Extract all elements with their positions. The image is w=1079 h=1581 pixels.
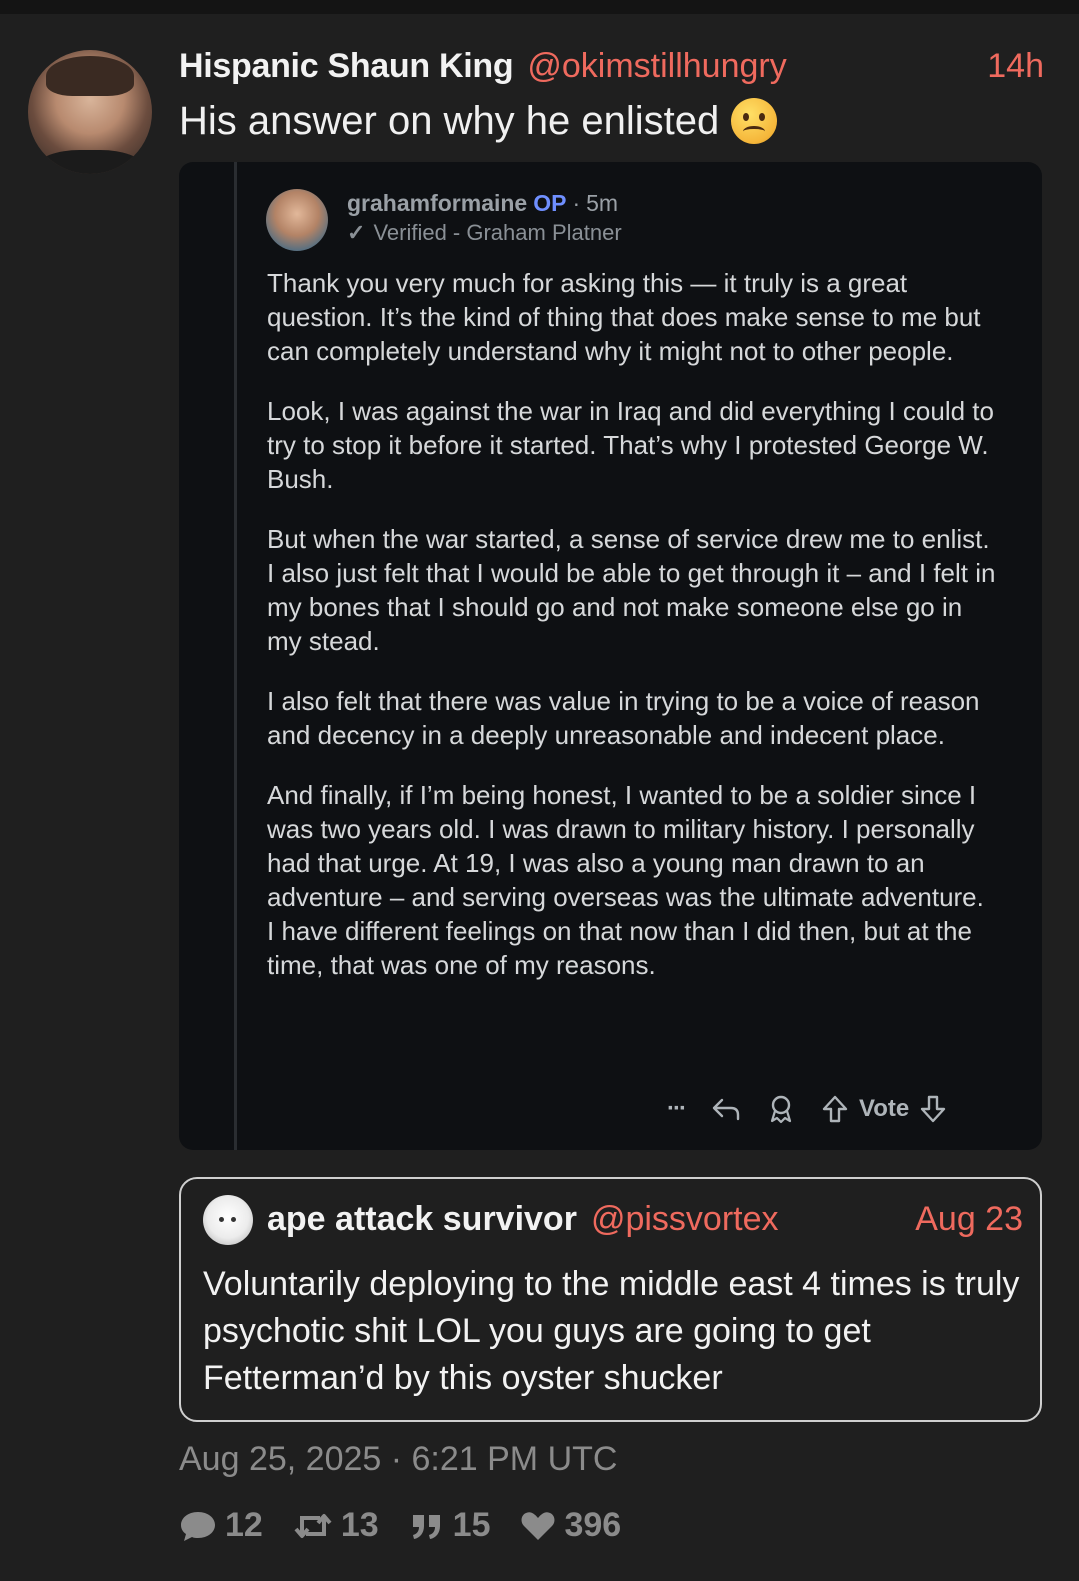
comment-paragraph: And finally, if I’m being honest, I want… [267,780,984,980]
comment-paragraph: I also felt that there was value in tryi… [267,686,980,750]
post-time[interactable]: 14h [987,47,1044,86]
like-stat[interactable]: 396 [520,1506,621,1545]
comment-actions: ··· Vote [667,1094,947,1124]
post-text-row: His answer on why he enlisted [179,98,778,144]
award-icon [770,1095,792,1124]
quote-handle[interactable]: @pissvortex [591,1200,779,1239]
comment-icon [181,1511,215,1541]
check-icon: ✓ [347,220,366,245]
vote-label: Vote [858,1095,910,1122]
more-options-icon: ··· [667,1095,687,1122]
downvote-icon [921,1095,946,1123]
quote-stat[interactable]: 15 [409,1506,491,1545]
reply-stat[interactable]: 12 [179,1506,263,1545]
reply-icon [712,1098,740,1121]
avatar-shirt [38,150,142,174]
comment-paragraph: Look, I was against the war in Iraq and … [267,396,994,494]
comment-avatar [266,189,328,251]
avatar[interactable] [28,50,152,174]
heart-icon [522,1511,555,1540]
verified-line: ✓ Verified - Graham Platner [347,220,622,246]
quote-text: Voluntarily deploying to the middle east… [203,1265,1020,1397]
quote-date[interactable]: Aug 23 [915,1200,1023,1239]
post-timestamp[interactable]: Aug 25, 2025 · 6:21 PM UTC [179,1440,617,1479]
verified-label: Verified - Graham Platner [373,220,622,245]
retweet-stat[interactable]: 13 [293,1506,379,1545]
thread-line [234,162,237,1150]
woozy-face-icon [731,98,778,144]
vote-group: Vote [821,1094,947,1124]
meta-separator: · [572,190,581,216]
reply-count: 12 [225,1506,263,1544]
comment-paragraph: But when the war started, a sense of ser… [267,524,996,656]
upvote-icon [822,1095,848,1123]
embedded-screenshot[interactable]: grahamformaine OP · 5m ✓ Verified - Graham P… [179,162,1042,1150]
top-bar [0,0,1079,14]
comment-paragraph: Thank you very much for asking this — it… [267,268,981,366]
retweet-count: 13 [340,1506,379,1544]
op-badge: OP [533,190,567,216]
post-text: His answer on why he enlisted [179,98,720,143]
like-count: 396 [564,1506,622,1544]
quote-icon [412,1514,440,1539]
quoted-post[interactable]: ape attack survivor @pissvortex Aug 23 V… [179,1177,1042,1422]
comment-meta: grahamformaine OP · 5m [347,190,618,217]
comment-body: Thank you very much for asking this — it… [267,266,997,1008]
display-name[interactable]: Hispanic Shaun King [179,47,514,86]
avatar-hair [46,56,134,96]
quote-header: ape attack survivor @pissvortex Aug 23 [267,1197,1023,1241]
user-handle[interactable]: @okimstillhungry [527,47,786,86]
post-header: Hispanic Shaun King @okimstillhungry 14h [179,44,1044,88]
post-stats: 12 13 15 396 [179,1506,651,1545]
comment-age: 5m [586,190,619,216]
quote-avatar[interactable] [203,1195,253,1245]
retweet-icon [294,1513,332,1538]
quote-display-name[interactable]: ape attack survivor [267,1200,577,1239]
quote-count: 15 [452,1506,491,1544]
comment-username: grahamformaine [347,190,528,216]
